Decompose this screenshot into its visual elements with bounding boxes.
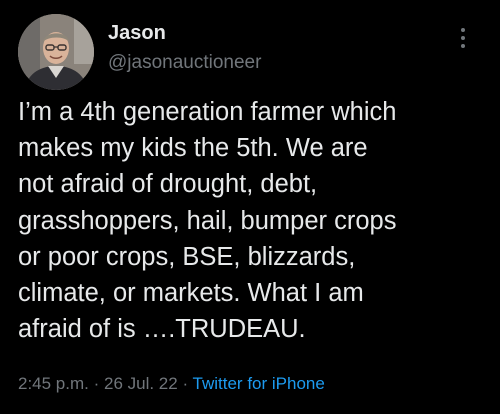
tweet-time[interactable]: 2:45 p.m. xyxy=(18,374,89,393)
avatar-photo xyxy=(18,14,94,90)
user-handle[interactable]: @jasonauctioneer xyxy=(108,52,261,74)
tweet-text-line: or poor crops, BSE, blizzards, xyxy=(18,242,356,271)
more-dot xyxy=(461,36,465,40)
meta-separator: · xyxy=(88,374,104,393)
tweet-source-link[interactable]: Twitter for iPhone xyxy=(193,374,325,393)
tweet-text-line: grasshoppers, hail, bumper crops xyxy=(18,206,397,235)
tweet-card: Jason @jasonauctioneer I’m a 4th generat… xyxy=(0,0,500,414)
tweet-text-line: not afraid of drought, debt, xyxy=(18,170,318,199)
tweet-text-line: climate, or markets. What I am xyxy=(18,279,364,308)
tweet-text: I’m a 4th generation farmer which makes … xyxy=(18,94,488,347)
display-name[interactable]: Jason xyxy=(108,22,166,45)
more-dot xyxy=(461,28,465,32)
tweet-text-line: I’m a 4th generation farmer which xyxy=(18,98,397,126)
avatar[interactable] xyxy=(18,14,94,90)
meta-separator: · xyxy=(177,374,193,393)
more-dot xyxy=(461,44,465,48)
tweet-text-line: makes my kids the 5th. We are xyxy=(18,134,368,163)
more-vertical-icon[interactable] xyxy=(452,24,474,52)
tweet-date[interactable]: 26 Jul. 22 xyxy=(104,374,178,393)
tweet-metadata: 2:45 p.m. · 26 Jul. 22 · Twitter for iPh… xyxy=(18,374,325,394)
tweet-text-line: afraid of is ….TRUDEAU. xyxy=(18,315,306,344)
